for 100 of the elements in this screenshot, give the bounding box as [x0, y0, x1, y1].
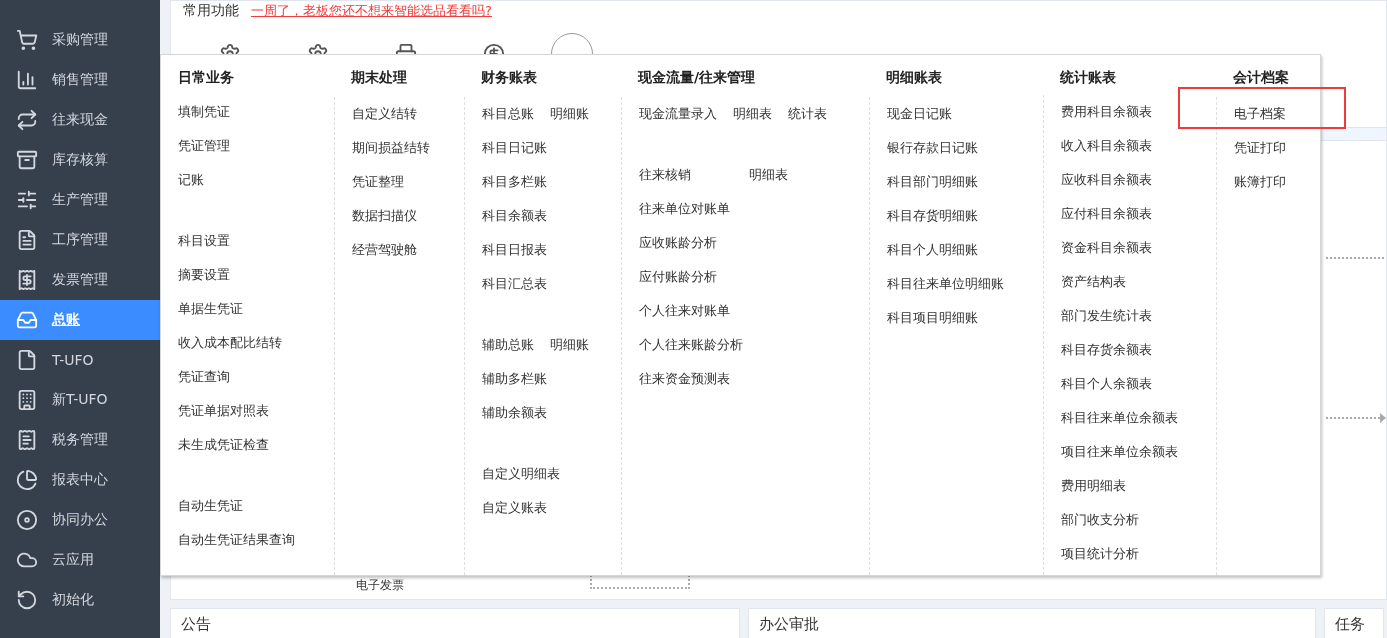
menu-heading: 财务账表	[481, 69, 538, 87]
panel-title: 公告	[170, 608, 740, 638]
bar-chart-icon	[16, 69, 38, 91]
tray-icon	[16, 309, 38, 331]
menu-link[interactable]: 期间损益结转	[352, 138, 430, 157]
sidebar-item[interactable]: 初始化	[0, 580, 160, 620]
menu-heading: 明细账表	[886, 69, 943, 87]
file-icon	[16, 349, 38, 371]
sidebar-item[interactable]: 新T-UFO	[0, 380, 160, 420]
menu-link[interactable]: 科目存货余额表	[1061, 341, 1152, 359]
menu-link[interactable]: 自定义明细表	[482, 464, 560, 483]
sidebar-item[interactable]: 税务管理	[0, 420, 160, 460]
menu-link[interactable]: 科目存货明细账	[887, 206, 978, 225]
menu-link[interactable]: 辅助余额表	[482, 403, 547, 422]
menu-link[interactable]: 科目多栏账	[482, 172, 547, 191]
menu-link[interactable]: 往来单位对账单	[639, 199, 730, 218]
menu-link[interactable]: 项目往来单位余额表	[1061, 443, 1178, 461]
menu-link[interactable]: 收入成本配比结转	[178, 334, 282, 352]
menu-link[interactable]: 往来核销	[639, 165, 691, 184]
function-label: 电子发票	[356, 577, 404, 594]
menu-link[interactable]: 经营驾驶舱	[352, 240, 417, 259]
menu-link[interactable]: 部门收支分析	[1061, 511, 1139, 529]
menu-link[interactable]: 应付科目余额表	[1061, 205, 1152, 223]
disc-icon	[16, 509, 38, 531]
sidebar-item[interactable]: 协同办公	[0, 500, 160, 540]
menu-link[interactable]: 凭证单据对照表	[178, 402, 269, 420]
menu-link[interactable]: 科目往来单位明细账	[887, 274, 1004, 293]
menu-link[interactable]: 应付账龄分析	[639, 267, 717, 286]
menu-link[interactable]: 科目项目明细账	[887, 308, 978, 327]
sidebar-item[interactable]: 往来现金	[0, 100, 160, 140]
building-icon	[16, 389, 38, 411]
document-icon	[16, 229, 38, 251]
menu-link[interactable]: 应收账龄分析	[639, 233, 717, 252]
menu-heading: 期末处理	[351, 69, 408, 87]
menu-link[interactable]: 费用明细表	[1061, 477, 1126, 495]
menu-link[interactable]: 科目余额表	[482, 206, 547, 225]
menu-link[interactable]: 填制凭证	[178, 103, 230, 121]
menu-link[interactable]: 费用科目余额表	[1061, 103, 1152, 121]
menu-link[interactable]: 自定义结转	[352, 104, 417, 123]
menu-link[interactable]: 科目个人明细账	[887, 240, 978, 259]
menu-link[interactable]: 凭证查询	[178, 368, 230, 386]
menu-link[interactable]: 明细表	[749, 165, 788, 184]
menu-link[interactable]: 辅助总账	[482, 335, 534, 354]
archive-icon	[16, 149, 38, 171]
menu-link[interactable]: 明细账	[550, 104, 589, 123]
menu-heading: 日常业务	[178, 69, 235, 87]
menu-link[interactable]: 账簿打印	[1234, 172, 1286, 191]
menu-link[interactable]: 单据生凭证	[178, 300, 243, 318]
sidebar-item[interactable]: 库存核算	[0, 140, 160, 180]
menu-link[interactable]: 科目往来单位余额表	[1061, 409, 1178, 427]
menu-link[interactable]: 自动生凭证结果查询	[178, 531, 295, 549]
menu-link[interactable]: 科目部门明细账	[887, 172, 978, 191]
sidebar-item[interactable]: 工序管理	[0, 220, 160, 260]
menu-link[interactable]: 个人往来对账单	[639, 301, 730, 320]
menu-link[interactable]: 项目统计分析	[1061, 545, 1139, 563]
menu-link[interactable]: 摘要设置	[178, 266, 230, 284]
menu-link[interactable]: 辅助多栏账	[482, 369, 547, 388]
menu-link[interactable]: 凭证管理	[178, 137, 230, 155]
menu-link[interactable]: 资金科目余额表	[1061, 239, 1152, 257]
sidebar-item[interactable]: T-UFO	[0, 340, 160, 380]
sidebar-item[interactable]: 生产管理	[0, 180, 160, 220]
menu-link[interactable]: 数据扫描仪	[352, 206, 417, 225]
menu-link[interactable]: 往来资金预测表	[639, 369, 730, 388]
menu-link[interactable]: 科目日记账	[482, 138, 547, 157]
pie-chart-icon	[16, 469, 38, 491]
menu-link[interactable]: 部门发生统计表	[1061, 307, 1152, 325]
menu-link[interactable]: 统计表	[788, 104, 827, 123]
menu-link[interactable]: 现金日记账	[887, 104, 952, 123]
menu-link[interactable]: 明细账	[550, 335, 589, 354]
menu-link[interactable]: 收入科目余额表	[1061, 137, 1152, 155]
sidebar-item[interactable]: 报表中心	[0, 460, 160, 500]
menu-link[interactable]: 应收科目余额表	[1061, 171, 1152, 189]
panel-title: 办公审批	[748, 608, 1316, 638]
arrows-icon	[16, 109, 38, 131]
sidebar-item[interactable]: 销售管理	[0, 60, 160, 100]
menu-link[interactable]: 银行存款日记账	[887, 138, 978, 157]
sliders-icon	[16, 189, 38, 211]
menu-link[interactable]: 现金流量录入	[639, 104, 717, 123]
menu-link[interactable]: 凭证整理	[352, 172, 404, 191]
menu-link[interactable]: 资产结构表	[1061, 273, 1126, 291]
receipt-icon	[16, 429, 38, 451]
sidebar-item[interactable]: 发票管理	[0, 260, 160, 300]
menu-link[interactable]: 科目设置	[178, 232, 230, 250]
menu-link[interactable]: 凭证打印	[1234, 138, 1286, 157]
menu-link[interactable]: 科目汇总表	[482, 274, 547, 293]
sidebar-item[interactable]: 云应用	[0, 540, 160, 580]
promo-link[interactable]: 一周了，老板您还不想来智能选品看看吗?	[251, 2, 492, 20]
menu-link[interactable]: 记账	[178, 171, 204, 189]
menu-link[interactable]: 未生成凭证检查	[178, 436, 269, 454]
menu-link[interactable]: 明细表	[733, 104, 772, 123]
refresh-icon	[16, 589, 38, 611]
menu-link[interactable]: 个人往来账龄分析	[639, 335, 743, 354]
menu-link[interactable]: 科目个人余额表	[1061, 375, 1152, 393]
menu-link[interactable]: 电子档案	[1234, 104, 1286, 123]
menu-heading: 统计账表	[1060, 69, 1117, 87]
sidebar-item[interactable]: 采购管理	[0, 20, 160, 60]
menu-link[interactable]: 科目日报表	[482, 240, 547, 259]
menu-link[interactable]: 自定义账表	[482, 498, 547, 517]
menu-link[interactable]: 自动生凭证	[178, 497, 243, 515]
menu-link[interactable]: 科目总账	[482, 104, 534, 123]
